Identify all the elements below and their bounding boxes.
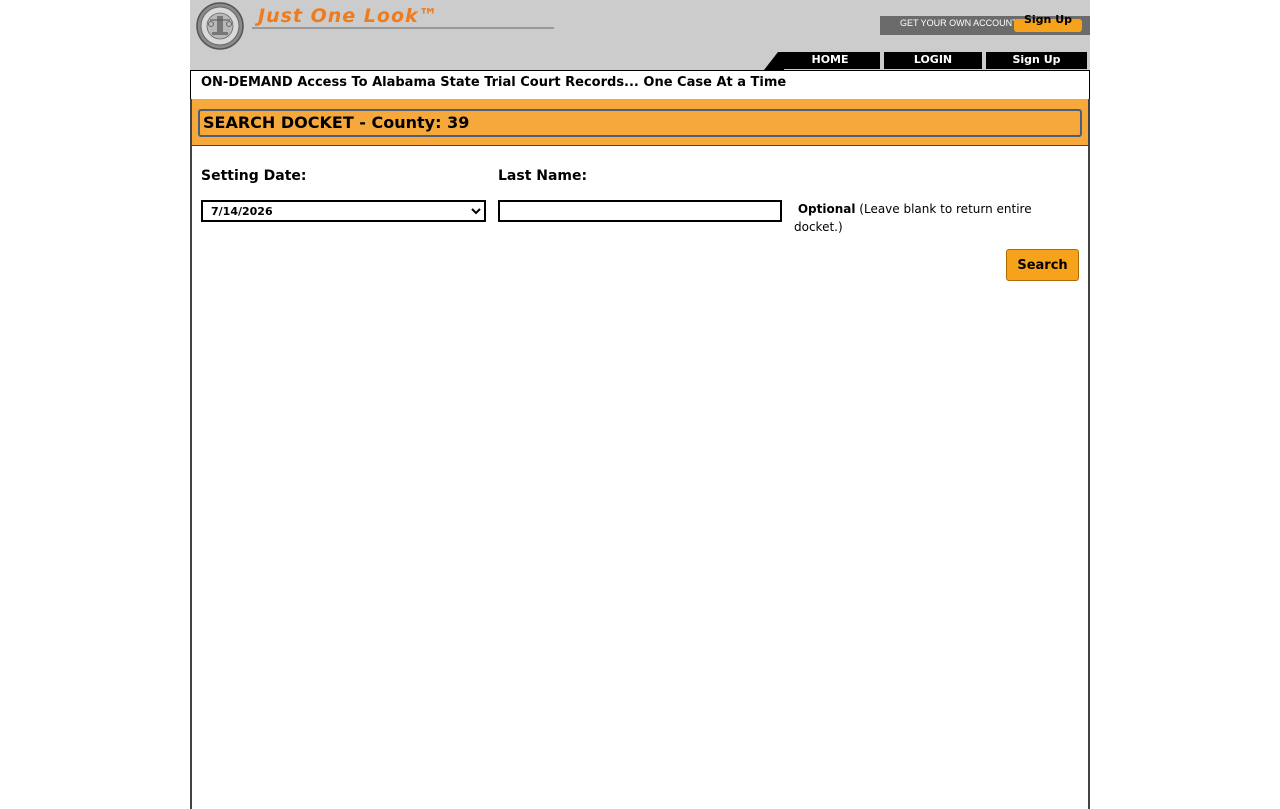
account-promo-text: GET YOUR OWN ACCOUNT [900,18,1018,28]
nav-login-button[interactable]: LOGIN [884,52,982,69]
tagline-text: ON-DEMAND Access To Alabama State Trial … [201,75,787,90]
panel-header: SEARCH DOCKET - County: 39 [192,99,1088,146]
last-name-label: Last Name: [498,168,588,184]
account-signup-button[interactable]: Sign Up [1014,13,1082,32]
account-promo-bar: GET YOUR OWN ACCOUNT Sign Up [880,13,1090,35]
setting-date-label: Setting Date: [201,168,307,184]
hint-optional: Optional [797,202,856,216]
brand-divider [252,27,554,29]
tagline-bar: ON-DEMAND Access To Alabama State Trial … [190,70,1090,100]
court-seal-icon [196,2,244,50]
panel-title-box: SEARCH DOCKET - County: 39 [198,109,1082,137]
page-title: SEARCH DOCKET - County: 39 [203,113,470,132]
setting-date-select[interactable]: 7/14/2026 [201,200,486,222]
nav-home-button[interactable]: HOME [780,52,880,69]
site-header: Just One Look™ GET YOUR OWN ACCOUNT Sign… [190,0,1090,70]
account-signup-label: Sign Up [1023,13,1073,26]
page-frame: Just One Look™ GET YOUR OWN ACCOUNT Sign… [190,0,1090,809]
nav-signup-button[interactable]: Sign Up [986,52,1087,69]
search-docket-panel: SEARCH DOCKET - County: 39 Setting Date:… [190,99,1090,809]
brand-title: Just One Look™ [258,5,439,27]
search-button[interactable]: Search [1006,249,1079,281]
last-name-input[interactable] [498,200,782,222]
last-name-hint: Optional (Leave blank to return entire d… [794,200,1074,236]
